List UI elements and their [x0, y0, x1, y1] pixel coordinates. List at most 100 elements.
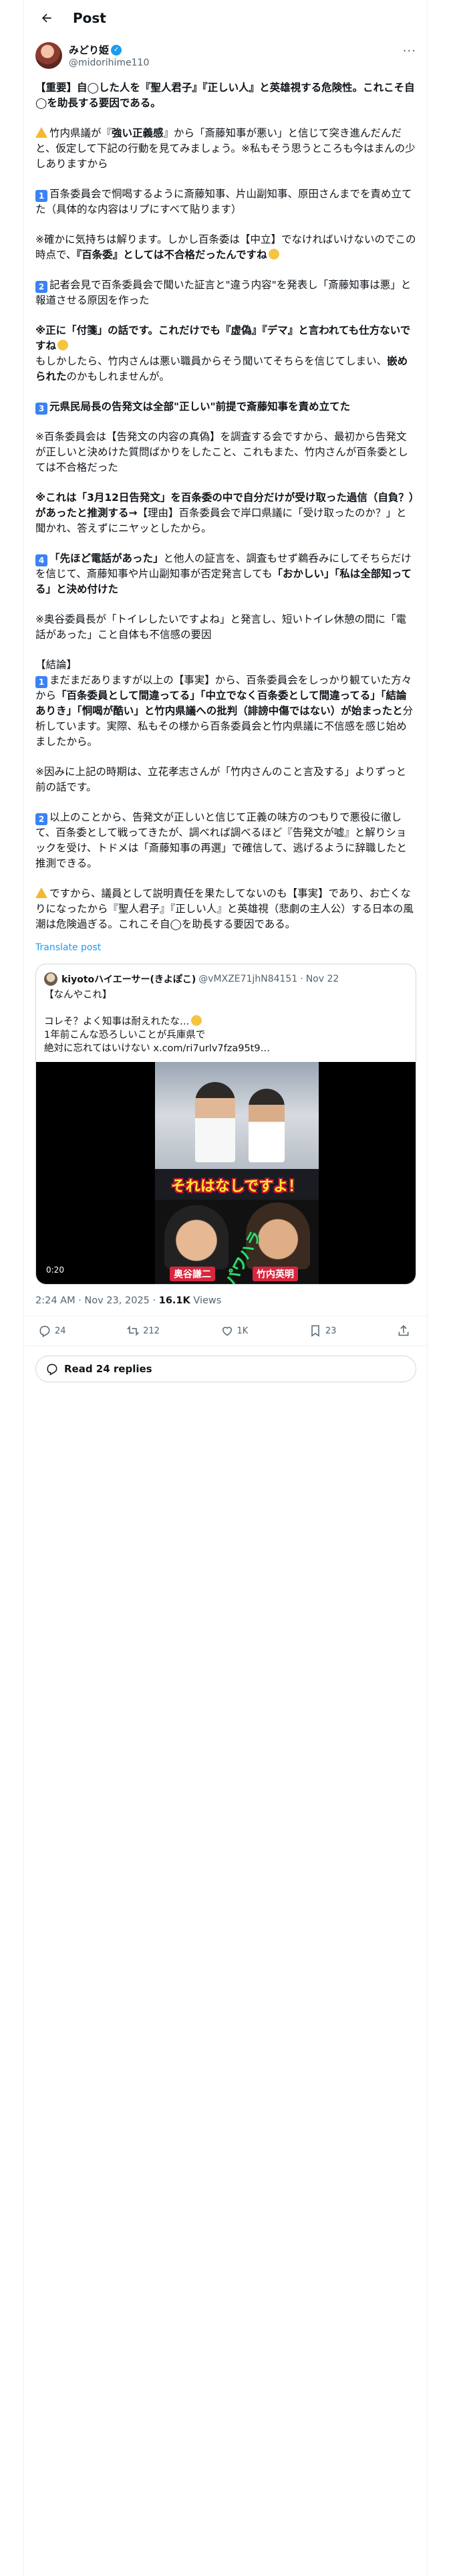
- warning-icon: [35, 887, 47, 898]
- share-icon: [398, 1325, 409, 1336]
- verified-badge-icon: ✓: [111, 44, 122, 56]
- like-button[interactable]: 1K: [220, 1324, 249, 1337]
- video-frame: それはなしですよ！ パワハラ 奥谷謙二 竹内英明: [155, 1062, 319, 1284]
- author-info: みどり姫 ✓ @midorihime110: [69, 43, 149, 68]
- warning-icon: [35, 127, 47, 138]
- reply-button[interactable]: 24: [38, 1324, 66, 1337]
- tweet-paragraph: ※確かに気持ちは解ります。しかし百条委は【中立】でなければいけないのでこの時点で…: [35, 232, 416, 263]
- quoted-date: Nov 22: [305, 974, 339, 984]
- text-span: 以上のことから、告発文が正しいと信じて正義の味方のつもりで悪役に徹して、百条委と…: [35, 811, 407, 869]
- quoted-avatar: [44, 972, 57, 986]
- video-caption-bar: それはなしですよ！: [155, 1170, 319, 1200]
- translate-post-link[interactable]: Translate post: [35, 940, 416, 956]
- page-title: Post: [73, 10, 106, 26]
- reply-icon: [39, 1325, 50, 1337]
- number-1-icon: 1: [35, 676, 47, 688]
- quoted-tweet-header: kiyotoハイエーサー(きよぽこ) @vMXZE71jhN84151 · No…: [36, 964, 416, 986]
- video-person: [195, 1082, 235, 1162]
- video-player[interactable]: それはなしですよ！ パワハラ 奥谷謙二 竹内英明 0:20: [36, 1062, 416, 1284]
- heart-icon: [222, 1327, 232, 1336]
- text-span: 強い正義感: [112, 127, 164, 139]
- number-3-icon: 3: [35, 403, 47, 415]
- tweet-paragraph: 4 「先ほど電話があった」と他人の証言を、調査もせず鵜呑みにしてそちらだけを信じて…: [35, 551, 416, 597]
- number-4-icon: 4: [35, 554, 47, 566]
- tweet-paragraph: ※百条委員会は【告発文の内容の真偽】を調査する会ですから、最初から告発文が正しい…: [35, 431, 408, 473]
- quoted-line: 1年前こんな恐ろしいことが兵庫県で: [44, 1030, 206, 1041]
- text-span: 元県民局長の告発文は全部"正しい"前提で斎藤知事を責め立てた: [49, 401, 351, 413]
- video-scene: [155, 1062, 319, 1169]
- top-bar: Post: [25, 0, 427, 36]
- reply-bubble-icon: [47, 1364, 57, 1376]
- text-span: 【結論】: [35, 659, 78, 671]
- quoted-line: コレそ？よく知事は耐えれたな…: [44, 1015, 408, 1029]
- more-options-icon[interactable]: ···: [403, 44, 416, 58]
- video-name-tag: 奥谷謙二: [170, 1267, 215, 1281]
- post-timestamp[interactable]: 2:24 AM · Nov 23, 2025: [35, 1295, 150, 1306]
- text-span: 記者会見で百条委員会で聞いた証言と"違う内容"を発表し「斎藤知事は悪」と報道させ…: [35, 279, 412, 306]
- avatar[interactable]: [35, 42, 62, 69]
- number-1-icon: 1: [35, 190, 47, 202]
- tweet-paragraph: 竹内県議が『強い正義感』から「斎藤知事が悪い」と信じて突き進んだんだと、仮定して…: [35, 126, 416, 172]
- repost-button[interactable]: 212: [126, 1324, 160, 1337]
- repost-icon: [126, 1325, 140, 1336]
- back-arrow-icon: [42, 13, 51, 23]
- tweet-paragraph: ですから、議員として説明責任を果たしてないのも【事実】であり、お亡くなりになった…: [35, 886, 416, 932]
- post-column: Post みどり姫 ✓ @midorihime110 ··· 【重要】自◯した人…: [25, 0, 427, 1392]
- quoted-separator: ·: [300, 974, 303, 984]
- quoted-tweet[interactable]: kiyotoハイエーサー(きよぽこ) @vMXZE71jhN84151 · No…: [35, 964, 416, 1285]
- bookmark-count: 23: [325, 1325, 337, 1336]
- read-replies-button[interactable]: Read 24 replies: [35, 1356, 416, 1382]
- left-gutter: [0, 0, 24, 2576]
- video-duration: 0:20: [43, 1264, 67, 1276]
- post-meta: 2:24 AM · Nov 23, 2025 · 16.1K Views: [25, 1285, 427, 1316]
- view-count: 16.1K: [158, 1295, 190, 1306]
- tweet-paragraph: ※奥谷委員長が「トイレしたいですよね」と発言し、短いトイレ休憩の間に「電話があっ…: [35, 613, 407, 641]
- number-2-icon: 2: [35, 813, 47, 825]
- read-replies-label: Read 24 replies: [64, 1363, 152, 1375]
- author-handle[interactable]: @midorihime110: [69, 58, 149, 68]
- video-face: [164, 1205, 229, 1269]
- text-span: コレそ？よく知事は耐えれたな…: [44, 1016, 190, 1027]
- right-gutter: [427, 0, 451, 2576]
- text-span: 「百条委員として間違ってる」「中立でなく百条委として間違ってる」「結論ありき」「…: [35, 689, 407, 717]
- tweet-paragraph: 2 記者会見で百条委員会で聞いた証言と"違う内容"を発表し「斎藤知事は悪」と報道さ…: [35, 278, 416, 308]
- author-row: みどり姫 ✓ @midorihime110 ···: [25, 36, 427, 72]
- tweet-paragraph: 3 元県民局長の告発文は全部"正しい"前提で斎藤知事を責め立てた: [35, 399, 416, 415]
- tweet-paragraph: ※因みに上記の時期は、立花孝志さんが「竹内さんのこと言及する」よりずっと前の話で…: [35, 766, 407, 793]
- back-button[interactable]: [35, 7, 58, 29]
- tweet-paragraph: 1 百条委員会で恫喝するように斎藤知事、片山副知事、原田さんまでを責め立てた（具体…: [35, 187, 416, 217]
- text-span: 百条委員会で恫喝するように斎藤知事、片山副知事、原田さんまでを責め立てた（具体的…: [35, 188, 412, 215]
- action-bar: 24 212 1K 23: [25, 1316, 427, 1346]
- like-count: 1K: [237, 1325, 249, 1336]
- text-span: 竹内県議が『: [49, 127, 112, 139]
- reply-count: 24: [55, 1325, 66, 1336]
- views-label: Views: [190, 1295, 222, 1306]
- quoted-line: 【なんやこれ】: [44, 990, 112, 1000]
- tweet-paragraph: ※これは「3月12日告発文」を百条委の中で自分だけが受け取った過信（自負？）があ…: [35, 490, 416, 536]
- tweet-paragraph: 【結論】 1 まだまだありますが以上の【事実】から、百条委員会をしっかり観ていた方々…: [35, 657, 416, 750]
- video-faces: パワハラ 奥谷謙二 竹内英明: [155, 1200, 319, 1284]
- text-span: のかもしれませんが。: [66, 370, 170, 383]
- video-person: [249, 1089, 285, 1162]
- text-span: 『百条委』としては不合格だったんですね: [76, 249, 267, 261]
- text-span: ※正に「付箋」の話です。これだけでも『虚偽』『デマ』と言われても仕方ないですね: [35, 324, 411, 352]
- face-emoji-icon: [190, 1015, 202, 1026]
- video-name-tag: 竹内英明: [253, 1267, 298, 1281]
- meta-separator: ·: [149, 1295, 159, 1306]
- text-span: もしかしたら、竹内さんは悪い職員からそう聞いてそちらを信じてしまい、: [35, 355, 388, 367]
- tweet-paragraph: 2 以上のことから、告発文が正しいと信じて正義の味方のつもりで悪役に徹して、百条委…: [35, 810, 416, 871]
- quoted-author-name: kiyotoハイエーサー(きよぽこ): [61, 974, 196, 985]
- quoted-line: 絶対に忘れてはいけない x.com/ri7urlv7fza95t9…: [44, 1043, 271, 1054]
- repost-count: 212: [143, 1325, 160, 1336]
- text-span: ですから、議員として説明責任を果たしてないのも【事実】であり、お亡くなりになった…: [35, 887, 414, 930]
- grimace-emoji-icon: [268, 249, 279, 259]
- author-name[interactable]: みどり姫: [69, 43, 109, 57]
- author-name-row: みどり姫 ✓: [69, 43, 149, 57]
- bookmark-icon: [311, 1325, 319, 1337]
- bookmark-button[interactable]: 23: [309, 1324, 337, 1337]
- tweet-paragraph: ※正に「付箋」の話です。これだけでも『虚偽』『デマ』と言われても仕方ないですねも…: [35, 323, 416, 385]
- video-caption: それはなしですよ！: [170, 1178, 303, 1195]
- tweet-body: 【重要】自◯した人を『聖人君子』『正しい人』と英雄視する危険性。これこそ自◯を助…: [25, 72, 427, 956]
- share-button[interactable]: [397, 1324, 414, 1337]
